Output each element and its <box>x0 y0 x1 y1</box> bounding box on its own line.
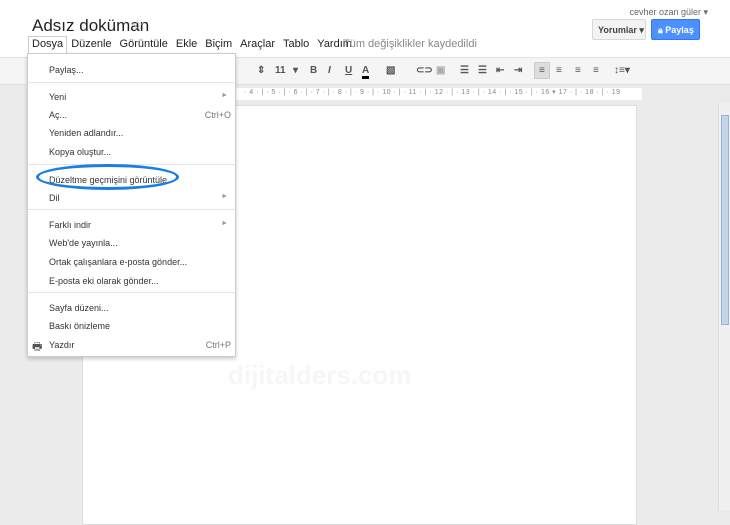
italic-button[interactable]: I <box>328 65 331 76</box>
share-label: Paylaş <box>665 25 694 35</box>
menu-item-label: Kopya oluştur... <box>49 147 112 157</box>
font-size-select[interactable]: 11 <box>275 65 286 76</box>
menu-item-label: Yeniden adlandır... <box>49 128 124 138</box>
scrollbar[interactable] <box>718 103 730 510</box>
menu-item-label: Web'de yayınla... <box>49 238 118 248</box>
menu-item-label: Baskı önizleme <box>49 321 111 331</box>
menu-item-shortcut: Ctrl+P <box>205 340 231 350</box>
menu-item[interactable]: Web'de yayınla... <box>28 235 235 253</box>
bulleted-list-icon[interactable]: ☰ <box>478 65 487 76</box>
submenu-arrow-icon: ► <box>221 193 228 200</box>
menubar: Dosya Düzenle Görüntüle Ekle Biçim Araçl… <box>28 36 356 53</box>
menu-edit[interactable]: Düzenle <box>67 36 115 53</box>
menu-item[interactable]: E-posta eki olarak gönder... <box>28 273 235 291</box>
text-color-button[interactable]: A <box>362 65 370 79</box>
chevron-down-icon[interactable]: ▾ <box>293 65 298 76</box>
image-icon[interactable]: ▣ <box>436 65 445 76</box>
menu-item-label: Farklı indir <box>49 220 92 230</box>
menu-item[interactable]: Kopya oluştur... <box>28 144 235 162</box>
link-icon[interactable]: ⊂⊃ <box>416 65 433 76</box>
align-center-icon[interactable]: ≡ <box>556 65 562 76</box>
menu-item[interactable]: Yeniden adlandır... <box>28 125 235 143</box>
numbered-list-icon[interactable]: ☰ <box>460 65 469 76</box>
comments-button[interactable]: Yorumlar ▾ <box>592 19 646 40</box>
align-right-icon[interactable]: ≡ <box>575 65 581 76</box>
highlight-oval <box>36 164 179 190</box>
menu-format[interactable]: Biçim <box>201 36 236 53</box>
menu-item[interactable]: Ortak çalışanlara e-posta gönder... <box>28 254 235 272</box>
font-stepper-icon[interactable]: ⇕ <box>257 65 265 76</box>
submenu-arrow-icon: ► <box>221 92 228 99</box>
justify-icon[interactable]: ≡ <box>593 65 599 76</box>
menu-item-label: E-posta eki olarak gönder... <box>49 276 159 286</box>
menu-item[interactable]: Dil ► <box>28 190 235 208</box>
menu-item[interactable]: Aç... Ctrl+O <box>28 107 235 125</box>
menu-view[interactable]: Görüntüle <box>116 36 172 53</box>
watermark: dijitalders.com <box>228 360 412 390</box>
file-menu: Paylaş... Yeni ► Aç... Ctrl+O Yeniden adlandı… <box>27 53 236 357</box>
line-spacing-icon[interactable]: ↕≡▾ <box>614 65 630 76</box>
menu-item[interactable]: Farklı indir ► <box>28 217 235 235</box>
bold-button[interactable]: B <box>310 65 317 76</box>
menu-item-label: Yazdır <box>49 340 75 350</box>
underline-button[interactable]: U <box>345 65 352 76</box>
menu-separator <box>28 209 235 210</box>
star-icon[interactable]: ☆ <box>131 16 144 34</box>
menu-item-label: Paylaş... <box>49 65 84 75</box>
increase-indent-icon[interactable]: ⇥ <box>514 65 522 76</box>
header: Adsız doküman ☆ cevher ozan güler ▾ Yoru… <box>0 0 730 57</box>
menu-item-label: Sayfa düzeni... <box>49 303 109 313</box>
align-left-icon[interactable]: ≡ <box>534 62 550 79</box>
submenu-arrow-icon: ► <box>221 220 228 227</box>
menu-item[interactable]: Sayfa düzeni... <box>28 300 235 318</box>
decrease-indent-icon[interactable]: ⇤ <box>496 65 504 76</box>
menu-separator <box>28 82 235 83</box>
printer-icon: 🖶︎ <box>32 341 43 353</box>
save-status: Tüm değişiklikler kaydedildi <box>343 38 477 50</box>
menu-item[interactable]: Paylaş... <box>28 62 235 80</box>
menu-tools[interactable]: Araçlar <box>236 36 279 53</box>
highlight-color-icon[interactable]: ▧ <box>386 65 395 76</box>
menu-table[interactable]: Tablo <box>279 36 313 53</box>
menu-item-label: Dil <box>49 193 60 203</box>
scrollbar-thumb[interactable] <box>721 115 729 325</box>
menu-item-shortcut: Ctrl+O <box>204 110 231 120</box>
menu-item[interactable]: Yazdır Ctrl+P 🖶︎ <box>28 337 235 355</box>
ruler[interactable]: · 4 · | · 5 · | · 6 · | · 7 · | · 8 · | … <box>236 88 642 100</box>
menu-item-label: Yeni <box>49 92 67 102</box>
share-button[interactable]: 🔒︎ Paylaş <box>651 19 700 40</box>
menu-item[interactable]: Yeni ► <box>28 89 235 107</box>
menu-file[interactable]: Dosya <box>28 36 68 53</box>
menu-item-label: Aç... <box>49 110 68 120</box>
menu-insert[interactable]: Ekle <box>172 36 201 53</box>
user-account[interactable]: cevher ozan güler ▾ <box>629 7 708 18</box>
menu-separator <box>28 292 235 293</box>
menu-item-label: Ortak çalışanlara e-posta gönder... <box>49 257 188 267</box>
menu-item[interactable]: Baskı önizleme <box>28 318 235 336</box>
